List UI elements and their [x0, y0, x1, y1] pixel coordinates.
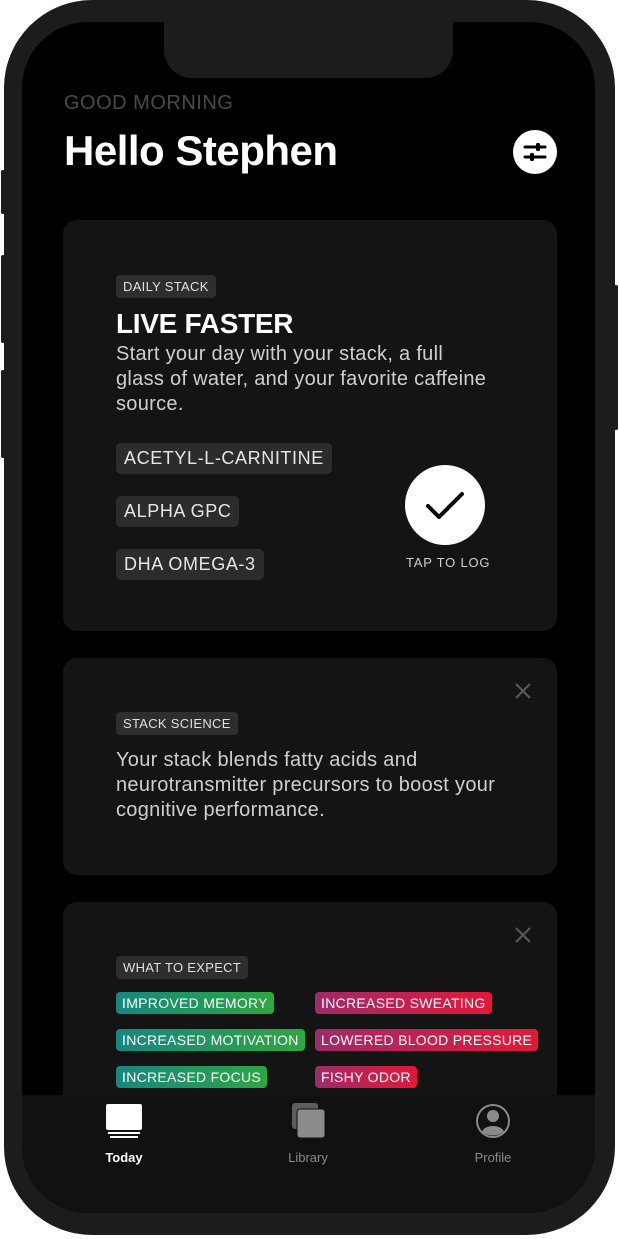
close-icon[interactable]	[513, 681, 533, 701]
negative-effect-tag: FISHY ODOR	[315, 1066, 417, 1088]
daily-stack-badge: DAILY STACK	[116, 275, 216, 298]
what-to-expect-badge: WHAT TO EXPECT	[116, 956, 249, 979]
stack-title: LIVE FASTER	[116, 308, 294, 339]
tab-profile[interactable]: Profile	[448, 1103, 538, 1165]
stack-description: Start your day with your stack, a full g…	[116, 343, 487, 415]
positive-effect-tag: INCREASED FOCUS	[116, 1066, 268, 1088]
side-button-volume-down	[1, 370, 5, 458]
tab-library[interactable]: Library	[263, 1103, 353, 1165]
greeting-label: GOOD MORNING	[64, 92, 234, 114]
stack-science-card: STACK SCIENCE Your stack blends fatty ac…	[63, 658, 557, 875]
stack-science-text: Your stack blends fatty acids and neurot…	[116, 749, 496, 821]
side-button-silent	[1, 170, 5, 214]
close-icon[interactable]	[513, 925, 533, 945]
library-icon	[292, 1103, 326, 1139]
ingredient-chip: ACETYL-L-CARNITINE	[116, 443, 332, 474]
negative-effect-tag: INCREASED SWEATING	[315, 992, 492, 1014]
page-title: Hello Stephen	[64, 127, 338, 174]
tab-today[interactable]: Today	[79, 1103, 169, 1165]
tap-to-log-label[interactable]: TAP TO LOG	[406, 555, 490, 570]
screen: GOOD MORNING Hello Stephen DAILY STACK L…	[22, 22, 595, 1213]
tab-profile-label: Profile	[474, 1150, 512, 1165]
today-icon	[106, 1104, 142, 1138]
tab-library-label: Library	[288, 1150, 328, 1165]
negative-effect-tag: LOWERED BLOOD PRESSURE	[315, 1029, 539, 1051]
ingredient-chip: ALPHA GPC	[116, 496, 240, 527]
checkmark-icon[interactable]	[405, 465, 485, 545]
side-button-volume-up	[1, 255, 5, 343]
side-button-power	[614, 285, 618, 430]
ingredient-chip: DHA OMEGA-3	[116, 549, 264, 580]
positive-effect-tag: INCREASED MOTIVATION	[116, 1029, 305, 1051]
profile-icon	[476, 1104, 510, 1138]
tab-today-label: Today	[105, 1150, 143, 1165]
notch	[164, 22, 453, 78]
stack-science-badge: STACK SCIENCE	[116, 712, 238, 735]
tab-bar: Today Library Profile	[22, 1095, 595, 1213]
positive-effect-tag: IMPROVED MEMORY	[116, 992, 274, 1014]
daily-stack-card: DAILY STACK LIVE FASTER Start your day w…	[63, 220, 557, 631]
sliders-icon[interactable]	[513, 130, 557, 174]
